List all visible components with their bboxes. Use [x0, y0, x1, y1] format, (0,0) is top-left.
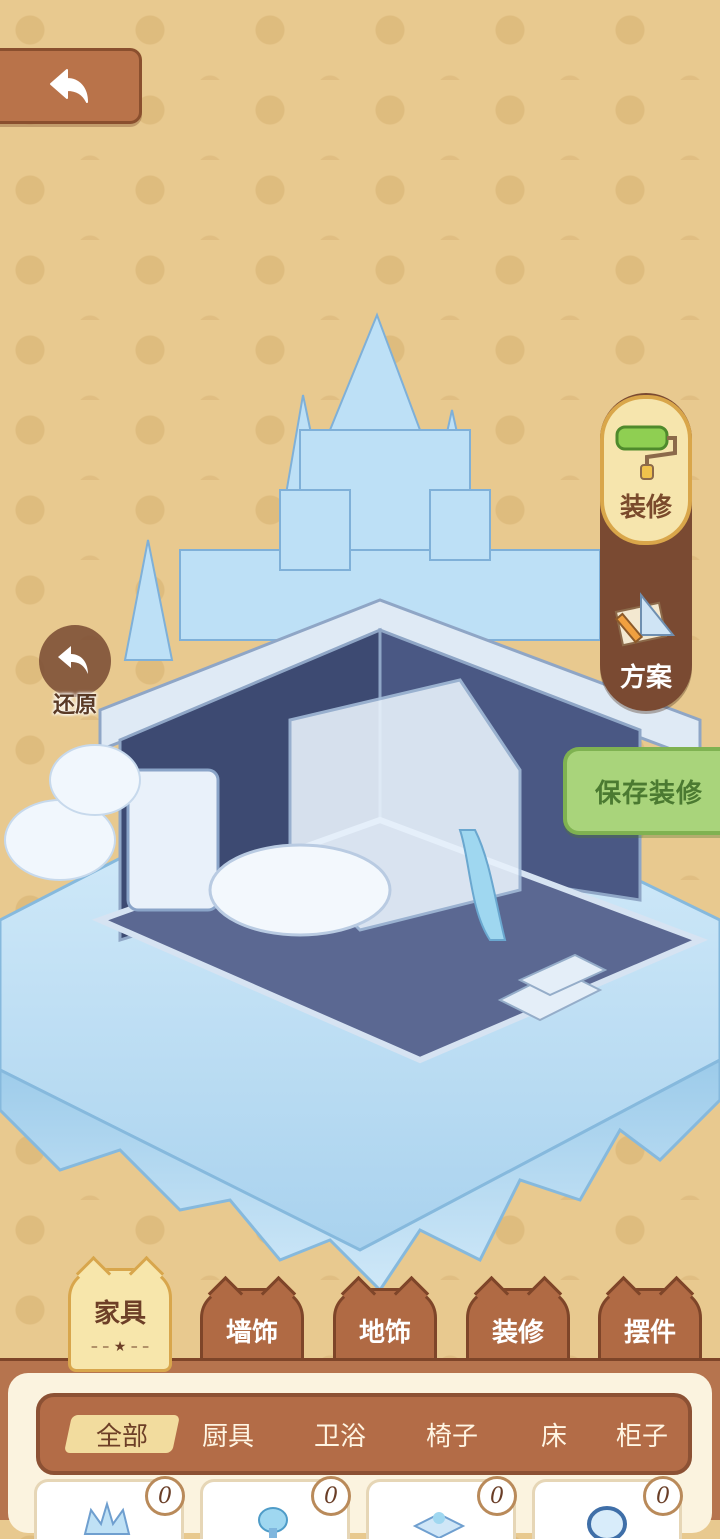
item-grid: 0 0 0 0	[28, 1476, 708, 1539]
ice-crown-icon	[83, 1500, 131, 1535]
wardrobe	[126, 768, 220, 912]
save-renovation-button[interactable]: 保存装修	[563, 747, 720, 835]
item-count-badge: 0	[145, 1476, 185, 1516]
save-renovation-label: 保存装修	[595, 778, 704, 809]
back-arrow-icon	[49, 69, 88, 103]
item-count-badge: 0	[643, 1476, 683, 1516]
sub-category-bar: 全部 厨具 卫浴 椅子 床 柜子	[36, 1393, 692, 1475]
tab-renovation-label: 装修	[491, 1317, 544, 1348]
restore-label: 还原	[52, 693, 97, 718]
plan-button[interactable]: 方案	[600, 569, 692, 709]
active-star-icon: – – ★ – –	[90, 1339, 150, 1355]
ice-bench-icon	[412, 1512, 466, 1538]
blueprint-icon	[614, 592, 676, 647]
tab-floor-decor-label: 地饰	[358, 1317, 411, 1348]
ice-mirror-icon	[587, 1506, 627, 1538]
undo-arrow-icon	[58, 646, 88, 674]
renovate-label: 装修	[619, 493, 672, 523]
snowflake-rug	[208, 843, 392, 937]
tab-furniture[interactable]: 家具 – – ★ – –	[68, 1268, 172, 1372]
item-count-badge: 0	[477, 1476, 517, 1516]
tab-ornaments-label: 摆件	[623, 1317, 676, 1348]
subtab-all[interactable]: 全部	[74, 1397, 170, 1471]
item-card[interactable]: 0	[366, 1476, 517, 1539]
category-tabs: 家具 – – ★ – – 墙饰 地饰 装修 摆件	[0, 1262, 720, 1372]
item-panel: 全部 厨具 卫浴 椅子 床 柜子 0 0 0 0	[0, 1358, 720, 1539]
ice-lamp-icon	[258, 1507, 288, 1538]
renovate-button[interactable]: 装修	[600, 395, 692, 545]
item-card[interactable]: 0	[532, 1476, 683, 1539]
paint-roller-icon	[615, 425, 677, 480]
subtab-kitchen[interactable]: 厨具	[180, 1397, 276, 1471]
side-menu: 装修 方案	[600, 393, 692, 711]
subtab-chairs[interactable]: 椅子	[404, 1397, 500, 1471]
tab-wall-decor-label: 墙饰	[225, 1317, 278, 1348]
plan-label: 方案	[619, 663, 672, 693]
subtab-bathroom[interactable]: 卫浴	[292, 1397, 388, 1471]
item-card[interactable]: 0	[200, 1476, 351, 1539]
subtab-cabinets[interactable]: 柜子	[616, 1397, 692, 1471]
subtab-beds[interactable]: 床	[506, 1397, 602, 1471]
tab-furniture-label: 家具	[93, 1298, 146, 1329]
restore-button[interactable]: 还原	[33, 625, 113, 720]
back-button[interactable]	[0, 48, 142, 124]
item-count-badge: 0	[311, 1476, 351, 1516]
item-card[interactable]: 0	[34, 1476, 185, 1539]
